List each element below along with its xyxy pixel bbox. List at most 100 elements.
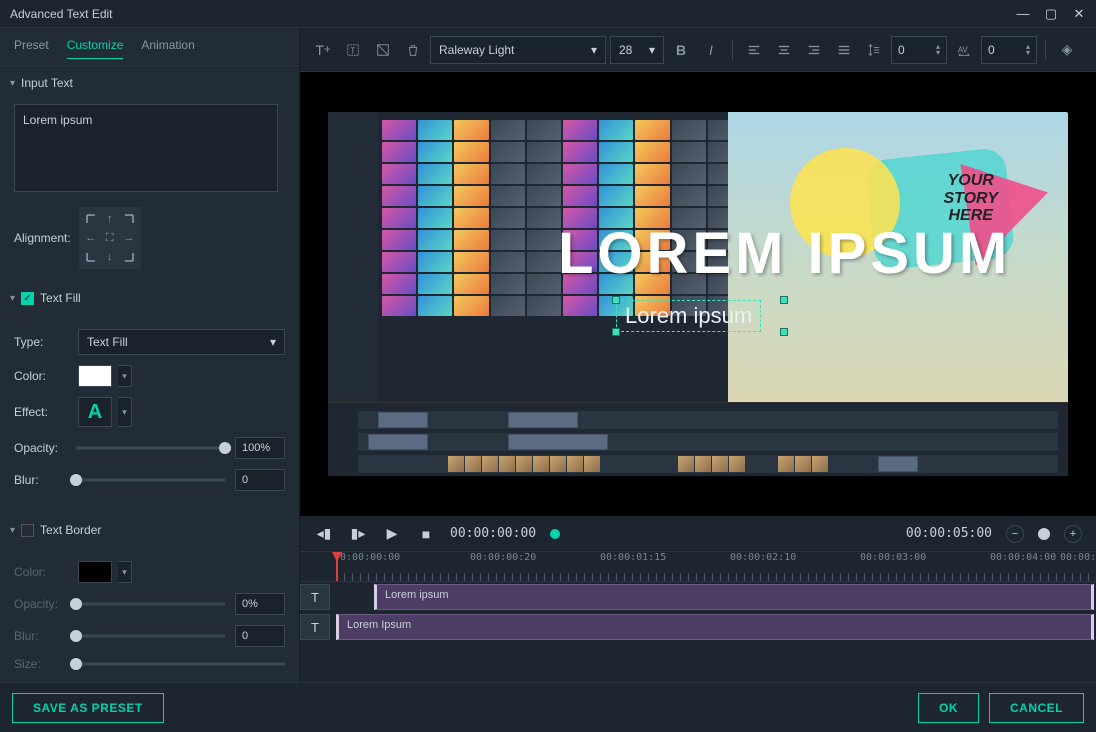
next-frame-button[interactable]: ▮▸ (348, 524, 368, 544)
preview-title-text[interactable]: LOREM IPSUM (558, 220, 1011, 287)
delete-icon[interactable] (400, 37, 426, 63)
font-size-select[interactable]: 28 ▾ (610, 36, 664, 64)
input-text-area[interactable] (14, 104, 278, 192)
ruler-tick: 00:00:00:20 (470, 552, 536, 563)
add-text-icon[interactable]: T+ (310, 37, 336, 63)
selection-handle[interactable] (780, 296, 788, 304)
selection-handle[interactable] (780, 328, 788, 336)
align-top-right-icon[interactable] (121, 211, 137, 227)
tab-preset[interactable]: Preset (14, 38, 49, 59)
align-bottom-left-icon[interactable] (83, 249, 99, 265)
select-text-icon[interactable]: T (340, 37, 366, 63)
end-timecode: 00:00:05:00 (906, 526, 992, 541)
track-head-text[interactable]: T (300, 584, 330, 610)
line-height-icon (861, 37, 887, 63)
stop-button[interactable]: ■ (416, 524, 436, 544)
opacity-label: Opacity: (14, 441, 66, 455)
section-input-text-header[interactable]: ▾ Input Text (0, 66, 299, 100)
opacity-value[interactable]: 100% (235, 437, 285, 459)
ruler-tick: 00:00:03:00 (860, 552, 926, 563)
border-opacity-slider[interactable] (76, 597, 225, 611)
align-justify-button[interactable] (831, 37, 857, 63)
timeline-ruler[interactable]: 0:00:00:00 00:00:00:20 00:00:01:15 00:00… (300, 552, 1096, 582)
align-bottom-right-icon[interactable] (121, 249, 137, 265)
align-center-icon[interactable]: ⛶ (102, 230, 118, 246)
opacity-slider[interactable] (76, 441, 225, 455)
section-text-fill-header[interactable]: ▾ ✓ Text Fill (0, 281, 299, 315)
window-title: Advanced Text Edit (10, 7, 1016, 21)
zoom-out-button[interactable]: − (1006, 525, 1024, 543)
bold-button[interactable]: B (668, 37, 694, 63)
timeline: 0:00:00:00 00:00:00:20 00:00:01:15 00:00… (300, 552, 1096, 682)
fill-color-swatch[interactable] (78, 365, 112, 387)
align-left-icon[interactable]: ← (83, 230, 99, 246)
zoom-slider-thumb[interactable] (1038, 528, 1050, 540)
zoom-in-button[interactable]: + (1064, 525, 1082, 543)
type-select[interactable]: Text Fill ▾ (78, 329, 285, 355)
type-value: Text Fill (87, 335, 128, 349)
text-border-checkbox[interactable] (21, 524, 34, 537)
svg-text:AV: AV (958, 45, 969, 54)
align-center-button[interactable] (771, 37, 797, 63)
align-right-icon[interactable]: → (121, 230, 137, 246)
align-left-button[interactable] (741, 37, 767, 63)
line-height-input[interactable]: 0▴▾ (891, 36, 947, 64)
border-opacity-value[interactable]: 0% (235, 593, 285, 615)
playhead[interactable] (336, 552, 338, 582)
timeline-track-2: T Lorem Ipsum (300, 612, 1096, 642)
alignment-label: Alignment: (14, 231, 71, 245)
current-timecode: 00:00:00:00 (450, 526, 536, 541)
border-size-slider[interactable] (76, 657, 285, 671)
tab-animation[interactable]: Animation (141, 38, 194, 59)
section-text-border-header[interactable]: ▾ Text Border (0, 513, 299, 547)
selection-handle[interactable] (612, 328, 620, 336)
italic-button[interactable]: I (698, 37, 724, 63)
chevron-down-icon: ▾ (270, 335, 276, 349)
svg-text:T: T (350, 46, 355, 55)
ok-button[interactable]: OK (918, 693, 979, 723)
timeline-clip[interactable]: Lorem Ipsum (336, 614, 1094, 640)
font-value: Raleway Light (439, 43, 583, 57)
close-button[interactable]: ✕ (1072, 7, 1086, 21)
align-top-left-icon[interactable] (83, 211, 99, 227)
video-preview[interactable]: YOUR STORY HERE LOREM IPSUM Lorem ipsum (328, 112, 1068, 476)
border-color-dropdown[interactable]: ▾ (118, 561, 132, 583)
effect-dropdown[interactable]: ▾ (118, 397, 132, 427)
blur-value[interactable]: 0 (235, 469, 285, 491)
effect-swatch[interactable]: A (78, 397, 112, 427)
border-color-swatch[interactable] (78, 561, 112, 583)
type-label: Type: (14, 335, 72, 349)
align-right-button[interactable] (801, 37, 827, 63)
prev-frame-button[interactable]: ◂▮ (314, 524, 334, 544)
section-text-fill-label: Text Fill (40, 291, 81, 305)
font-select[interactable]: Raleway Light ▾ (430, 36, 606, 64)
timeline-clip[interactable]: Lorem ipsum (374, 584, 1094, 610)
tab-customize[interactable]: Customize (67, 38, 124, 59)
chevron-down-icon: ▾ (649, 43, 655, 57)
preview-selected-text[interactable]: Lorem ipsum (616, 300, 761, 332)
border-blur-value[interactable]: 0 (235, 625, 285, 647)
timeline-track-1: T Lorem ipsum (300, 582, 1096, 612)
chevron-down-icon: ▾ (10, 78, 15, 89)
minimize-button[interactable]: — (1016, 7, 1030, 21)
alignment-grid: ↑ ← ⛶ → ↓ (79, 207, 141, 269)
footer-bar: SAVE AS PRESET OK CANCEL (0, 682, 1096, 732)
frame-text-icon[interactable] (370, 37, 396, 63)
save-as-preset-button[interactable]: SAVE AS PRESET (12, 693, 164, 723)
border-blur-slider[interactable] (76, 629, 225, 643)
chevron-down-icon: ▾ (10, 293, 15, 304)
fill-color-dropdown[interactable]: ▾ (118, 365, 132, 387)
chevron-down-icon: ▾ (591, 43, 597, 57)
text-fill-checkbox[interactable]: ✓ (21, 292, 34, 305)
blur-slider[interactable] (76, 473, 225, 487)
maximize-button[interactable]: ▢ (1044, 7, 1058, 21)
cancel-button[interactable]: CANCEL (989, 693, 1084, 723)
selection-handle[interactable] (612, 296, 620, 304)
title-bar: Advanced Text Edit — ▢ ✕ (0, 0, 1096, 28)
letter-spacing-input[interactable]: 0▴▾ (981, 36, 1037, 64)
align-top-icon[interactable]: ↑ (102, 211, 118, 227)
track-head-text[interactable]: T (300, 614, 330, 640)
play-button[interactable]: ▶ (382, 524, 402, 544)
align-bottom-icon[interactable]: ↓ (102, 249, 118, 265)
anchor-icon[interactable]: ◈ (1054, 37, 1080, 63)
